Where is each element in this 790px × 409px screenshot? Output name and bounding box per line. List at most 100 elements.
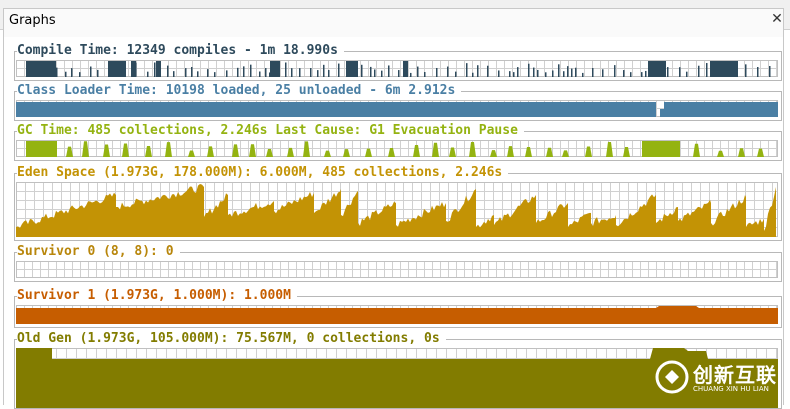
eden-usage-segment [536, 203, 568, 237]
gc-spike [165, 142, 172, 157]
compile-spike [424, 72, 426, 77]
eden-usage-segment [204, 193, 228, 237]
compile-spike [567, 66, 569, 77]
compile-time-panel: Compile Time: 12349 compiles - 1m 18.990… [14, 43, 782, 81]
close-button[interactable]: ✕ [768, 10, 786, 28]
compile-burst [403, 61, 408, 77]
compile-burst [270, 61, 280, 77]
eden-usage-segment [16, 192, 116, 237]
compile-spike [299, 68, 301, 77]
eden-usage-segment [274, 191, 314, 237]
compile-spike [575, 67, 577, 77]
compile-spike [285, 62, 287, 77]
survivor-0-label: Survivor 0 (8, 8): 0 [17, 244, 180, 260]
compile-spike [226, 70, 228, 77]
compile-spike [410, 72, 412, 77]
graph-grid [16, 261, 778, 278]
compile-spike [757, 67, 759, 77]
compile-spike [310, 68, 312, 77]
compile-spike [56, 67, 58, 77]
compile-spike [630, 72, 632, 77]
compile-spike [698, 65, 700, 77]
gc-spike [188, 150, 195, 157]
compile-spike [328, 70, 330, 77]
compile-spike [79, 72, 81, 77]
compile-spike [214, 72, 216, 77]
compile-spike [123, 66, 125, 77]
compile-spike [350, 62, 352, 77]
gc-time-panel: GC Time: 485 collections, 2.246s Last Ca… [14, 123, 782, 161]
compile-spike [528, 63, 530, 77]
class-loader-fill [664, 102, 778, 117]
compile-spike [250, 64, 252, 77]
compile-spike [90, 66, 92, 77]
compile-burst [710, 61, 738, 77]
compile-spike [651, 72, 653, 77]
watermark-text: 创新互联 [693, 363, 777, 387]
compile-spike [716, 67, 718, 77]
compile-spike [338, 63, 340, 77]
gc-time-label: GC Time: 485 collections, 2.246s Last Ca… [17, 123, 524, 139]
compile-spike [317, 70, 319, 77]
survivor-1-fill [16, 306, 778, 324]
compile-spike [207, 69, 209, 77]
compile-spike [706, 63, 708, 77]
eden-usage-segment [764, 187, 776, 237]
gc-spike [469, 142, 476, 157]
eden-usage-segment [711, 194, 746, 237]
compile-spike [159, 68, 161, 77]
eden-usage-segment [446, 189, 476, 237]
old-gen-label: Old Gen (1.973G, 105.000M): 75.567M, 0 c… [17, 331, 446, 347]
gc-spike [490, 150, 497, 157]
compile-spike [614, 65, 616, 77]
gc-spike [266, 148, 273, 157]
watermark-logo-icon [655, 360, 689, 394]
compile-spike [487, 65, 489, 77]
compile-spike [498, 70, 500, 77]
compile-spike [71, 68, 73, 77]
watermark: 创新互联 CHUANG XIN HU LIAN [655, 355, 785, 403]
gc-spike [562, 150, 569, 157]
gc-spike [122, 143, 129, 157]
gc-spike [249, 144, 256, 157]
compile-burst [346, 61, 358, 77]
compile-spike [269, 72, 271, 77]
graphs-content: Compile Time: 12349 compiles - 1m 18.990… [3, 37, 784, 409]
survivor-0-graph [16, 261, 778, 278]
compile-spike [265, 68, 267, 77]
compile-spike [154, 62, 156, 77]
compile-spike [477, 65, 479, 77]
graphs-tab[interactable] [3, 8, 784, 38]
gc-spike [145, 145, 152, 157]
gc-spike [693, 143, 700, 157]
class-loader-panel: Class Loader Time: 10198 loaded, 25 unlo… [14, 83, 782, 121]
compile-spike [509, 71, 511, 77]
compile-spike [361, 64, 363, 77]
survivor-1-label: Survivor 1 (1.973G, 1.000M): 1.000M [17, 288, 297, 304]
compile-spike [381, 70, 383, 77]
compile-spike [623, 70, 625, 77]
gc-spike [717, 150, 724, 157]
compile-spike [558, 64, 560, 77]
compile-spike [259, 71, 261, 77]
eden-usage-segment [568, 212, 591, 237]
gc-spike [82, 141, 89, 157]
compile-spike [388, 65, 390, 77]
compile-spike [552, 70, 554, 77]
compile-spike [679, 67, 681, 77]
compile-spike [374, 69, 376, 77]
compile-spike [571, 68, 573, 77]
compile-spike [370, 66, 372, 77]
compile-spike [398, 70, 400, 77]
compile-spike [641, 72, 643, 77]
gc-burst [642, 141, 680, 157]
gc-spike [365, 148, 372, 157]
compile-spike [513, 72, 515, 77]
gc-time-graph [16, 140, 778, 157]
compile-spike [112, 67, 114, 77]
watermark-subtext: CHUANG XIN HU LIAN [693, 385, 769, 393]
compile-spike [147, 71, 149, 77]
eden-usage-segment [314, 189, 341, 237]
compile-spike [563, 71, 565, 77]
compile-spike [466, 63, 468, 77]
